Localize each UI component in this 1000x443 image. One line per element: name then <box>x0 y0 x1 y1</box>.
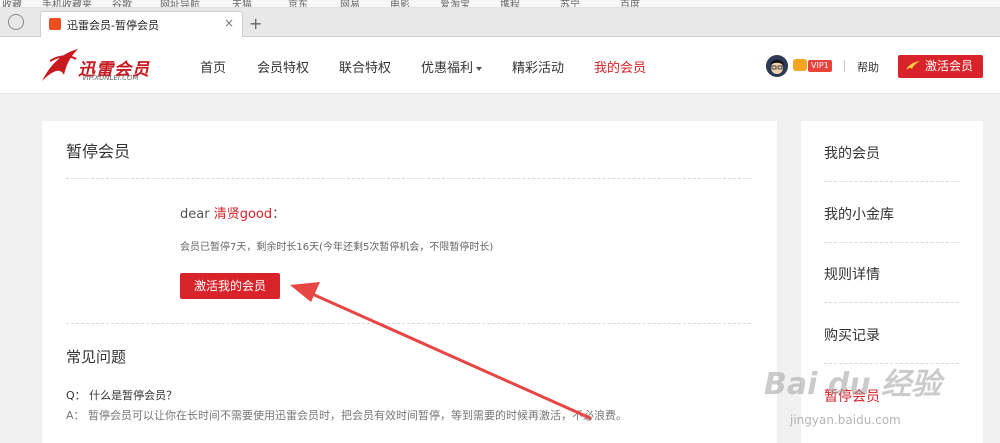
bookmark-item[interactable]: 手机收藏夹 <box>42 0 92 7</box>
sidebar-item-my-membership[interactable]: 我的会员 <box>824 143 880 163</box>
close-tab-icon[interactable]: × <box>224 16 234 30</box>
bookmark-item[interactable]: 谷歌 <box>112 0 132 7</box>
help-link[interactable]: 帮助 <box>857 59 879 75</box>
avatar[interactable] <box>766 55 788 77</box>
browser-tab-bar: 迅雷会员-暂停会员 × + <box>0 8 1000 37</box>
logo-subtext: VIP.XUNLEI.COM <box>82 74 139 82</box>
sidebar-item-pause-membership[interactable]: 暂停会员 <box>824 386 880 406</box>
nav-benefits[interactable]: 优惠福利 <box>421 57 483 76</box>
greeting-prefix: dear <box>180 207 214 222</box>
favicon-icon <box>49 18 61 30</box>
nav-activities[interactable]: 精彩活动 <box>512 57 564 76</box>
tab-title: 迅雷会员-暂停会员 <box>67 19 159 32</box>
sidebar: 我的会员 我的小金库 规则详情 购买记录 暂停会员 <box>801 121 983 443</box>
bookmark-item[interactable]: 京东 <box>288 0 308 7</box>
faq-question: Q： 什么是暂停会员？ <box>66 389 178 402</box>
main-panel: 暂停会员 dear 清贤good： 会员已暂停7天，剩余时长16天(今年还剩5次… <box>42 121 777 443</box>
bookmark-item[interactable]: 携程 <box>500 0 520 7</box>
nav-joint-privileges[interactable]: 联合特权 <box>339 57 391 76</box>
faq-heading: 常见问题 <box>66 348 127 366</box>
sidebar-item-purchase-history[interactable]: 购买记录 <box>824 325 880 345</box>
greeting: dear 清贤good： <box>180 203 285 222</box>
bookmark-item[interactable]: 百度 <box>620 0 640 7</box>
nav-benefits-label: 优惠福利 <box>421 61 474 76</box>
activate-membership-button[interactable]: 激活会员 <box>898 55 983 78</box>
bookmark-item[interactable]: 收藏 <box>2 0 22 7</box>
divider <box>66 178 751 179</box>
nav-member-privileges[interactable]: 会员特权 <box>257 57 309 76</box>
activate-membership-label: 激活会员 <box>925 59 974 73</box>
divider <box>824 181 959 182</box>
user-name: 清贤good <box>213 207 273 222</box>
divider <box>824 302 959 303</box>
chevron-down-icon <box>476 66 483 71</box>
divider <box>824 242 959 243</box>
bookmark-item[interactable]: 电影 <box>390 0 410 7</box>
nav-my-membership[interactable]: 我的会员 <box>594 57 646 76</box>
thunder-bird-icon <box>906 61 920 70</box>
new-tab-button[interactable]: + <box>249 14 262 33</box>
divider <box>824 363 959 364</box>
divider <box>844 60 845 72</box>
site-header: 迅雷会员 VIP.XUNLEI.COM 首页 会员特权 联合特权 优惠福利 精彩… <box>0 37 1000 94</box>
nav-home[interactable]: 首页 <box>200 57 226 76</box>
sidebar-item-rules[interactable]: 规则详情 <box>824 264 880 284</box>
bookmark-item[interactable]: 天猫 <box>232 0 252 7</box>
faq-answer: A： 暂停会员可以让你在长时间不需要使用迅雷会员时，把会员有效时间暂停，等到需要… <box>66 409 628 422</box>
divider <box>66 323 751 324</box>
bookmarks-bar: 收藏 手机收藏夹 谷歌 网址导航 天猫 京东 网易 电影 爱淘宝 携程 苏宁 百… <box>0 0 1000 8</box>
vip-level-badge: VIP1 <box>808 60 832 72</box>
sidebar-item-vault[interactable]: 我的小金库 <box>824 204 894 224</box>
activate-my-membership-button[interactable]: 激活我的会员 <box>180 273 280 299</box>
cloud-icon[interactable] <box>8 14 24 30</box>
bookmark-item[interactable]: 爱淘宝 <box>440 0 470 7</box>
page-title: 暂停会员 <box>66 142 131 161</box>
pause-status-text: 会员已暂停7天，剩余时长16天(今年还剩5次暂停机会，不限暂停时长) <box>180 242 494 253</box>
greeting-suffix: ： <box>272 207 286 222</box>
bookmark-item[interactable]: 网址导航 <box>160 0 200 7</box>
vip-crown-icon <box>793 59 807 71</box>
bookmark-item[interactable]: 苏宁 <box>560 0 580 7</box>
browser-tab[interactable]: 迅雷会员-暂停会员 × <box>40 11 243 37</box>
bookmark-item[interactable]: 网易 <box>340 0 360 7</box>
